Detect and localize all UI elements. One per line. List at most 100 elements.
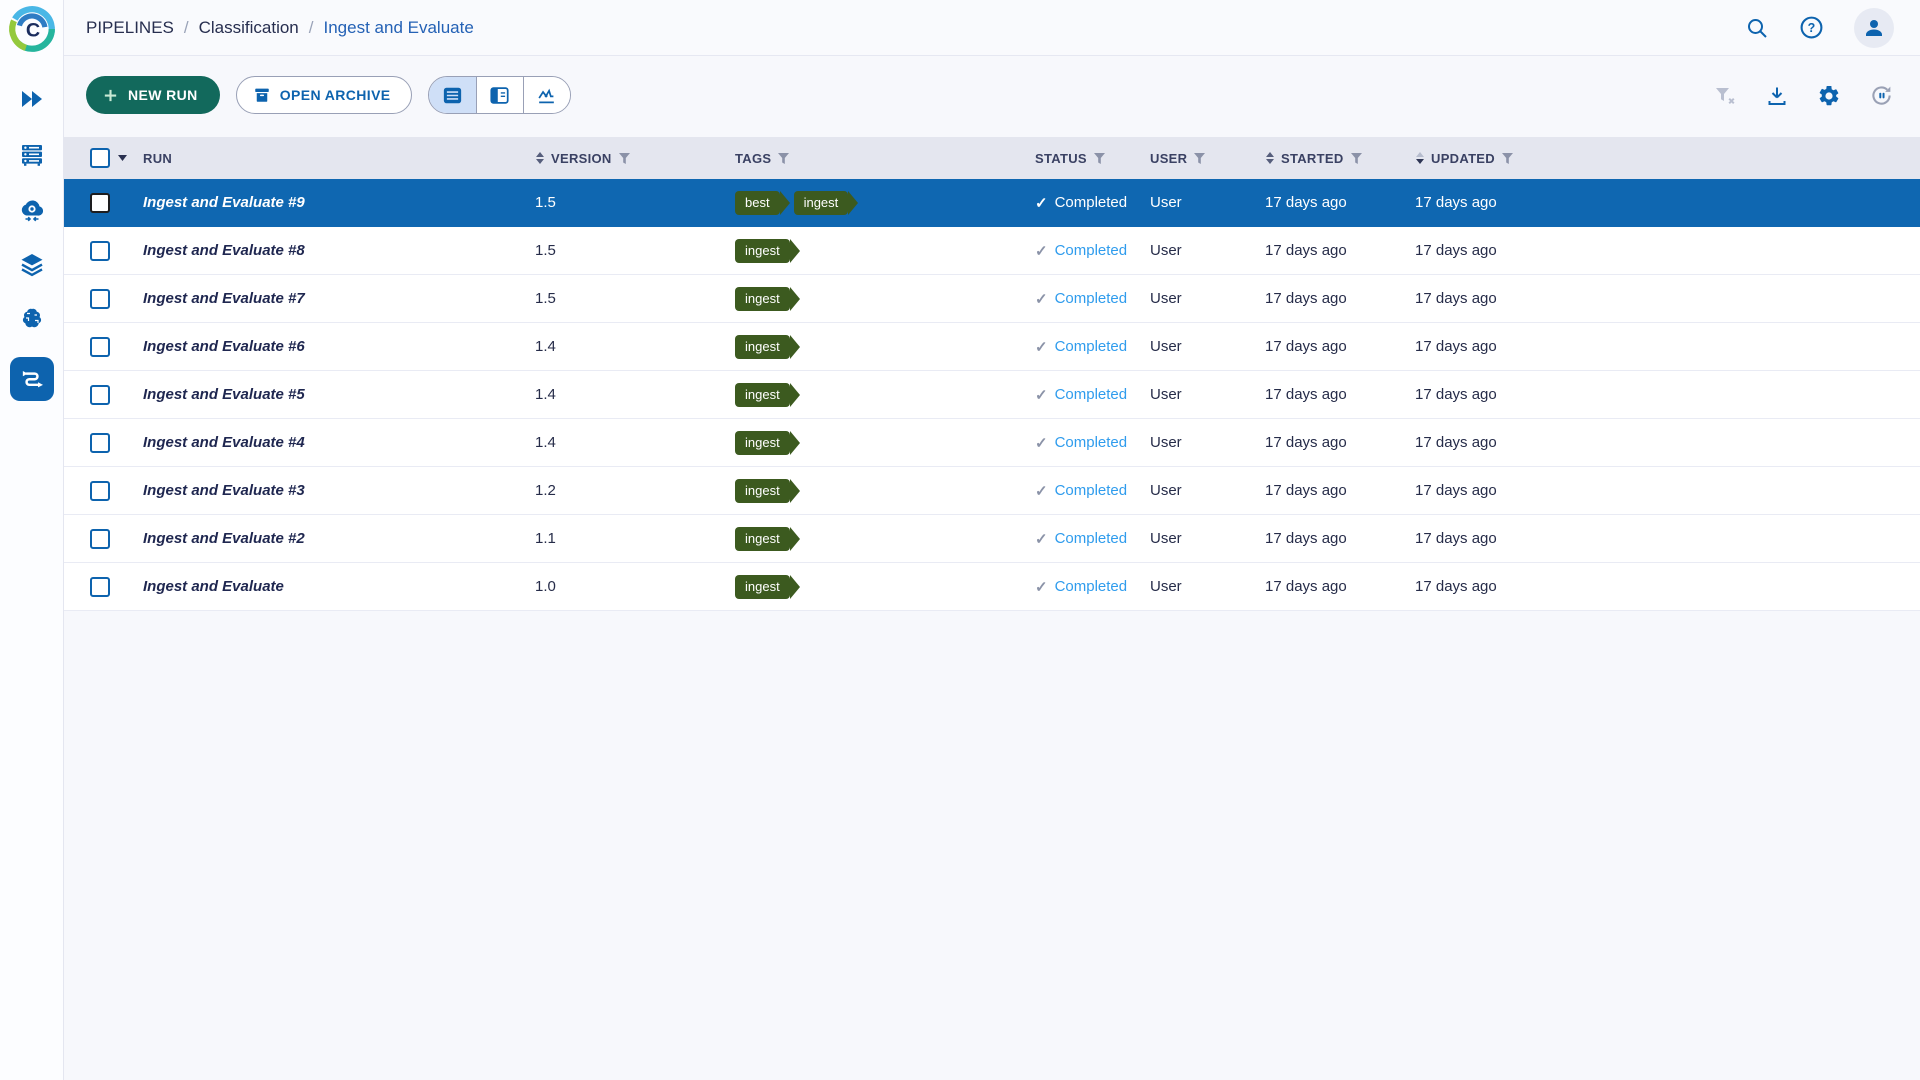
status-cell: ✓ Completed [1027,467,1142,514]
checkbox-cell [64,179,135,226]
run-cell: Ingest and Evaluate #6 [135,323,527,370]
filter-icon[interactable] [1093,152,1106,165]
updated-cell: 17 days ago [1407,467,1920,514]
user-cell: User [1142,419,1257,466]
run-cell: Ingest and Evaluate #9 [135,179,527,226]
breadcrumb-separator: / [309,18,314,38]
select-all-checkbox[interactable] [90,148,110,168]
column-header-user[interactable]: USER [1142,137,1257,179]
column-header-started[interactable]: STARTED [1257,137,1407,179]
filter-icon[interactable] [1193,152,1206,165]
table-row[interactable]: Ingest and Evaluate #5 1.4 ingest ✓ Comp… [64,371,1920,419]
sort-icon[interactable] [1265,151,1275,165]
filter-icon[interactable] [777,152,790,165]
run-name-link[interactable]: Ingest and Evaluate [143,578,284,595]
table-view-toggle[interactable] [429,77,476,113]
run-cell: Ingest and Evaluate #7 [135,275,527,322]
cloud-gear-icon[interactable] [19,196,45,222]
sort-icon[interactable] [535,151,545,165]
auto-refresh-icon[interactable] [1869,83,1894,108]
row-checkbox[interactable] [90,241,110,261]
table-row[interactable]: Ingest and Evaluate #4 1.4 ingest ✓ Comp… [64,419,1920,467]
user-avatar[interactable] [1854,8,1894,48]
user-cell: User [1142,323,1257,370]
chart-view-toggle[interactable] [523,77,570,113]
filter-icon[interactable] [1350,152,1363,165]
updated-cell: 17 days ago [1407,515,1920,562]
row-checkbox[interactable] [90,433,110,453]
row-checkbox[interactable] [90,481,110,501]
checkbox-cell [64,323,135,370]
table-row[interactable]: Ingest and Evaluate 1.0 ingest ✓ Complet… [64,563,1920,611]
table-row[interactable]: Ingest and Evaluate #6 1.4 ingest ✓ Comp… [64,323,1920,371]
row-checkbox[interactable] [90,577,110,597]
table-row[interactable]: Ingest and Evaluate #9 1.5 bestingest ✓ … [64,179,1920,227]
row-checkbox[interactable] [90,193,110,213]
version-cell: 1.4 [527,371,727,418]
run-cell: Ingest and Evaluate #2 [135,515,527,562]
table-row[interactable]: Ingest and Evaluate #3 1.2 ingest ✓ Comp… [64,467,1920,515]
run-name-link[interactable]: Ingest and Evaluate #6 [143,338,305,355]
status-text: Completed [1055,482,1128,499]
run-name-link[interactable]: Ingest and Evaluate #9 [143,194,305,211]
tag-chip: ingest [735,287,790,311]
run-cell: Ingest and Evaluate [135,563,527,610]
run-name-link[interactable]: Ingest and Evaluate #3 [143,482,305,499]
split-view-toggle[interactable] [476,77,523,113]
server-racks-icon[interactable] [19,141,45,167]
status-text: Completed [1055,434,1128,451]
table-header: RUN VERSION TAGS STATUS USER STARTED UPD… [64,137,1920,179]
settings-icon[interactable] [1817,84,1841,108]
breadcrumb-pipelines[interactable]: PIPELINES [86,18,174,38]
download-icon[interactable] [1765,84,1789,108]
double-chevron-icon[interactable] [19,86,45,112]
select-menu-caret-icon[interactable] [118,155,127,161]
tag-chip: ingest [735,335,790,359]
brain-icon[interactable] [19,306,45,332]
new-run-button[interactable]: NEW RUN [86,76,220,114]
filter-icon[interactable] [1501,152,1514,165]
column-header-status[interactable]: STATUS [1027,137,1142,179]
version-cell: 1.0 [527,563,727,610]
column-header-run[interactable]: RUN [135,137,527,179]
open-archive-button[interactable]: OPEN ARCHIVE [236,76,412,114]
row-checkbox[interactable] [90,337,110,357]
status-text: Completed [1055,386,1128,403]
breadcrumb-project[interactable]: Classification [199,18,299,38]
help-icon[interactable]: ? [1799,15,1824,40]
clear-filters-icon[interactable] [1713,84,1737,108]
layers-icon[interactable] [19,251,45,277]
pipelines-icon[interactable] [10,357,54,401]
view-toggle-group [428,76,571,114]
run-name-link[interactable]: Ingest and Evaluate #4 [143,434,305,451]
run-name-link[interactable]: Ingest and Evaluate #8 [143,242,305,259]
started-cell: 17 days ago [1257,179,1407,226]
run-cell: Ingest and Evaluate #4 [135,419,527,466]
table-row[interactable]: Ingest and Evaluate #8 1.5 ingest ✓ Comp… [64,227,1920,275]
status-cell: ✓ Completed [1027,179,1142,226]
search-icon[interactable] [1745,16,1769,40]
column-header-tags[interactable]: TAGS [727,137,1027,179]
table-row[interactable]: Ingest and Evaluate #7 1.5 ingest ✓ Comp… [64,275,1920,323]
updated-cell: 17 days ago [1407,227,1920,274]
table-row[interactable]: Ingest and Evaluate #2 1.1 ingest ✓ Comp… [64,515,1920,563]
run-name-link[interactable]: Ingest and Evaluate #5 [143,386,305,403]
app-logo[interactable]: C [7,4,57,54]
status-cell: ✓ Completed [1027,419,1142,466]
svg-text:?: ? [1808,21,1816,35]
column-header-version[interactable]: VERSION [527,137,727,179]
user-cell: User [1142,227,1257,274]
sort-icon[interactable] [1415,151,1425,165]
row-checkbox[interactable] [90,529,110,549]
row-checkbox[interactable] [90,385,110,405]
row-checkbox[interactable] [90,289,110,309]
column-label: STARTED [1281,151,1344,166]
column-header-updated[interactable]: UPDATED [1407,137,1920,179]
status-cell: ✓ Completed [1027,563,1142,610]
filter-icon[interactable] [618,152,631,165]
updated-cell: 17 days ago [1407,419,1920,466]
run-name-link[interactable]: Ingest and Evaluate #2 [143,530,305,547]
run-name-link[interactable]: Ingest and Evaluate #7 [143,290,305,307]
started-cell: 17 days ago [1257,467,1407,514]
started-cell: 17 days ago [1257,563,1407,610]
